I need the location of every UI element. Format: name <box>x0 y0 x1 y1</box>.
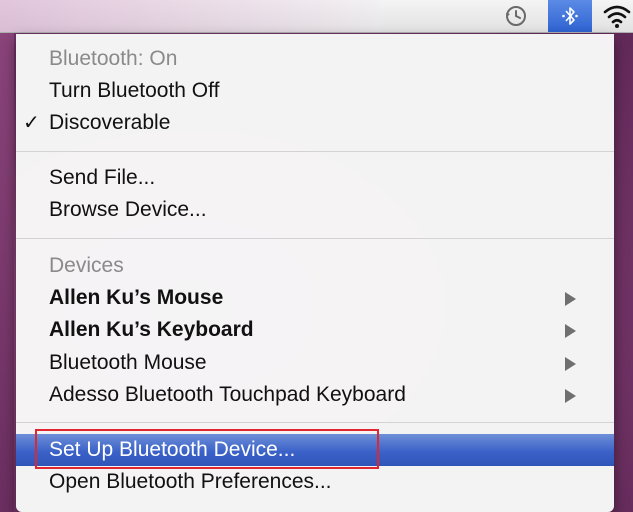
device-item-allen-mouse[interactable]: Allen Ku’s Mouse <box>16 282 614 314</box>
devices-header: Devices <box>16 250 614 282</box>
browse-device-item[interactable]: Browse Device... <box>16 194 614 226</box>
bluetooth-status-label: Bluetooth: On <box>49 47 178 70</box>
browse-device-label: Browse Device... <box>49 198 207 221</box>
submenu-arrow-icon <box>565 357 576 371</box>
submenu-arrow-icon <box>565 324 576 338</box>
menu-separator <box>16 422 614 423</box>
time-machine-icon[interactable] <box>496 0 536 32</box>
device-label: Allen Ku’s Mouse <box>49 286 224 309</box>
device-item-adesso-keyboard[interactable]: Adesso Bluetooth Touchpad Keyboard <box>16 379 614 411</box>
annotation-highlight-box <box>35 429 379 469</box>
bluetooth-menu-icon[interactable] <box>548 0 592 32</box>
menu-bar-backdrop <box>0 0 380 32</box>
open-bluetooth-preferences-label: Open Bluetooth Preferences... <box>49 470 332 493</box>
send-file-label: Send File... <box>49 166 156 189</box>
devices-header-label: Devices <box>49 254 124 277</box>
submenu-arrow-icon <box>565 292 576 306</box>
submenu-arrow-icon <box>565 389 576 403</box>
device-label: Bluetooth Mouse <box>49 351 207 374</box>
device-item-allen-keyboard[interactable]: Allen Ku’s Keyboard <box>16 314 614 346</box>
bluetooth-dropdown-menu: Bluetooth: On Turn Bluetooth Off ✓ Disco… <box>16 34 614 512</box>
device-label: Adesso Bluetooth Touchpad Keyboard <box>49 383 406 406</box>
turn-bluetooth-off-item[interactable]: Turn Bluetooth Off <box>16 75 614 107</box>
checkmark-icon: ✓ <box>23 112 40 134</box>
discoverable-label: Discoverable <box>49 111 171 134</box>
menu-bar <box>0 0 633 33</box>
bluetooth-icon <box>562 7 578 25</box>
device-item-bluetooth-mouse[interactable]: Bluetooth Mouse <box>16 347 614 379</box>
device-label: Allen Ku’s Keyboard <box>49 318 254 341</box>
bluetooth-status-header: Bluetooth: On <box>16 43 614 75</box>
send-file-item[interactable]: Send File... <box>16 162 614 194</box>
discoverable-item[interactable]: ✓ Discoverable <box>16 107 614 139</box>
turn-bluetooth-off-label: Turn Bluetooth Off <box>49 79 220 102</box>
menu-separator <box>16 238 614 239</box>
time-machine-glyph <box>506 6 526 26</box>
wifi-glyph <box>603 5 630 28</box>
wifi-icon[interactable] <box>600 0 633 32</box>
open-bluetooth-preferences-item[interactable]: Open Bluetooth Preferences... <box>16 466 614 498</box>
menu-separator <box>16 151 614 152</box>
desktop-background <box>0 32 14 512</box>
